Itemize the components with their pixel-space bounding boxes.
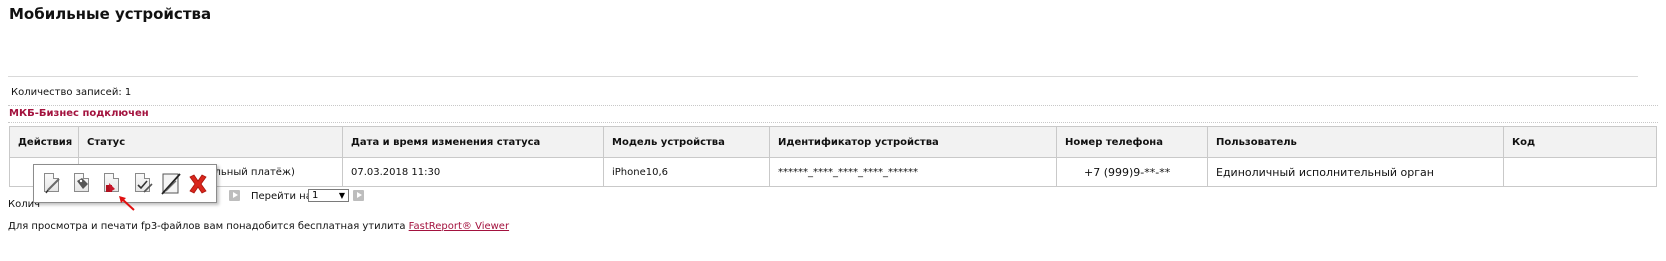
column-header-status[interactable]: Статус <box>78 126 343 158</box>
footer-note-text: Для просмотра и печати fp3-файлов вам по… <box>8 221 409 232</box>
column-header-phone[interactable]: Номер телефона <box>1056 126 1208 158</box>
divider <box>8 122 1658 123</box>
chevron-down-icon: ▼ <box>338 191 345 200</box>
fastreport-viewer-link[interactable]: FastReport® Viewer <box>409 221 509 232</box>
divider <box>8 105 1658 106</box>
goto-page-select[interactable]: 1 ▼ <box>308 189 349 202</box>
cell-phone: +7 (999)9-**-** <box>1056 157 1208 187</box>
tag-document-icon[interactable] <box>71 172 93 196</box>
disable-signature-icon[interactable] <box>160 172 182 196</box>
delete-icon[interactable] <box>187 172 209 196</box>
table-row: ▾ Доступ разрешен (Мобильный платёж) 07.… <box>9 157 1657 187</box>
cell-model: iPhone10,6 <box>603 157 770 187</box>
cell-changed-at: 07.03.2018 11:30 <box>342 157 604 187</box>
cell-code <box>1503 157 1657 187</box>
mkb-business-status: МКБ-Бизнес подключен <box>9 108 149 119</box>
edit-document-icon[interactable] <box>41 172 63 196</box>
divider <box>8 76 1638 77</box>
page: Мобильные устройства Количество записей:… <box>0 0 1666 261</box>
column-header-device-id[interactable]: Идентификатор устройства <box>769 126 1057 158</box>
annotation-arrow-icon <box>119 196 135 211</box>
goto-page-label: Перейти на: <box>251 191 316 202</box>
column-header-model[interactable]: Модель устройства <box>603 126 770 158</box>
next-page-button[interactable] <box>229 190 240 201</box>
column-header-changed-at[interactable]: Дата и время изменения статуса <box>342 126 604 158</box>
cell-device-id: ******_****_****_****_****** <box>769 157 1057 187</box>
goto-page-button[interactable] <box>353 190 364 201</box>
goto-page-value: 1 <box>312 190 319 201</box>
column-header-code[interactable]: Код <box>1503 126 1657 158</box>
cell-user: Единоличный исполнительный орган <box>1207 157 1504 187</box>
devices-table: Действия Статус Дата и время изменения с… <box>9 126 1657 187</box>
table-header-row: Действия Статус Дата и время изменения с… <box>9 126 1657 158</box>
column-header-actions[interactable]: Действия <box>9 126 79 158</box>
footer-note: Для просмотра и печати fp3-файлов вам по… <box>8 221 509 232</box>
page-title: Мобильные устройства <box>9 5 212 23</box>
column-header-user[interactable]: Пользователь <box>1207 126 1504 158</box>
records-count: Количество записей: 1 <box>11 87 132 98</box>
